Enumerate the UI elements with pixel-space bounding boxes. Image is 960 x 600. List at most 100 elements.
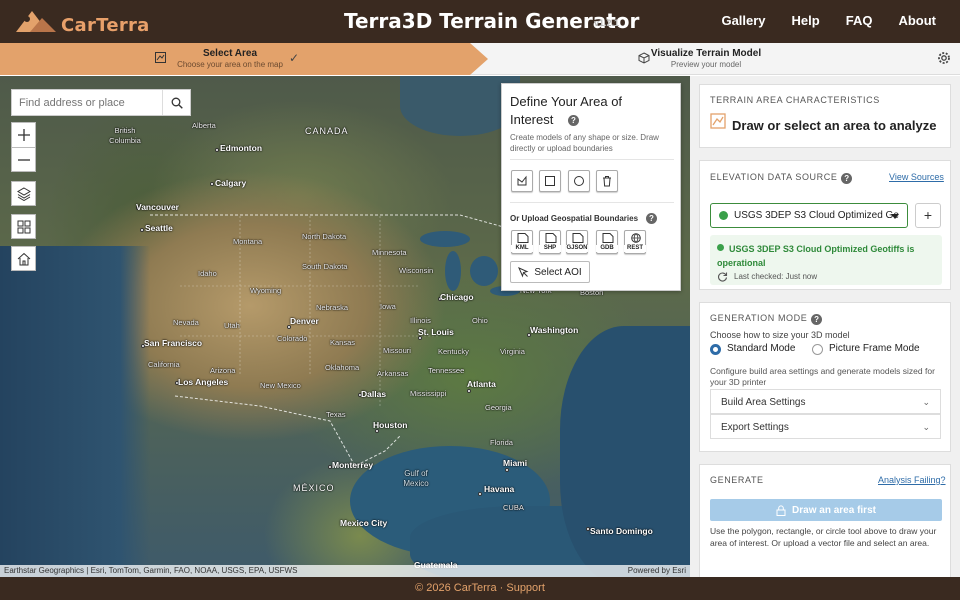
cursor-select-icon (518, 266, 529, 277)
footer-text[interactable]: © 2026 CarTerra · Support (415, 582, 545, 594)
map-label: Mexico City (340, 518, 388, 528)
upload-kml-button[interactable]: KML (511, 230, 533, 254)
build-area-label: Build Area Settings (721, 397, 806, 408)
refresh-icon[interactable] (717, 271, 728, 282)
last-checked: Last checked: Just now (734, 272, 818, 281)
standard-mode-radio[interactable] (710, 344, 721, 355)
top-nav: Gallery Help FAQ About (695, 13, 936, 28)
nav-gallery[interactable]: Gallery (721, 13, 765, 28)
build-area-settings-accordion[interactable]: Build Area Settings ⌄ (710, 389, 941, 414)
map-label: Nevada (173, 318, 199, 327)
logo[interactable]: CarTerra (14, 6, 149, 38)
map-label: Iowa (380, 302, 396, 311)
standard-mode-label[interactable]: Standard Mode (727, 343, 795, 354)
divider (510, 202, 674, 203)
status-message: USGS 3DEP S3 Cloud Optimized Geotiffs is… (717, 244, 915, 268)
map-label: Utah (224, 321, 240, 330)
step2-title[interactable]: Visualize Terrain Model (650, 48, 762, 59)
map-label: Atlanta (467, 379, 496, 389)
add-source-button[interactable]: + (915, 203, 941, 228)
step-select-area[interactable]: Select Area Choose your area on the map … (0, 43, 470, 75)
search-input[interactable] (12, 90, 162, 115)
map-label: New Mexico (260, 381, 301, 390)
cube-icon (638, 52, 650, 67)
settings-gear-icon[interactable] (937, 51, 951, 68)
map-label: South Dakota (302, 262, 348, 271)
map-label: Monterrey (332, 460, 374, 470)
circle-tool-button[interactable] (568, 170, 590, 192)
search-button[interactable] (162, 90, 190, 115)
plus-icon (17, 129, 30, 141)
map-label: Seattle (145, 223, 173, 233)
file-icon (602, 233, 614, 243)
powered-by-esri[interactable]: Powered by Esri (628, 566, 686, 575)
view-sources-link[interactable]: View Sources (889, 172, 944, 182)
picture-frame-mode-radio[interactable] (812, 344, 823, 355)
map-label: Los Angeles (178, 377, 229, 387)
file-type-label: REST (624, 245, 646, 252)
step-arrow (470, 43, 488, 75)
map-label: Gulf of Mexico (396, 469, 436, 489)
rectangle-tool-button[interactable] (539, 170, 561, 192)
map-label: Montana (233, 237, 263, 246)
map-label: Denver (290, 316, 319, 326)
top-bar: CarTerra Terra3D Terrain Generator v1.2.… (0, 0, 960, 43)
basemap-gallery-button[interactable] (11, 214, 36, 239)
upload-geojson-button[interactable]: GJSON (566, 230, 588, 254)
map-label: Missouri (383, 346, 411, 355)
help-icon[interactable]: ? (568, 115, 579, 126)
help-icon[interactable]: ? (841, 173, 853, 184)
map-label: Arizona (210, 366, 236, 375)
nav-help[interactable]: Help (792, 13, 820, 28)
map-label: Oklahoma (325, 363, 360, 372)
picture-frame-mode-label[interactable]: Picture Frame Mode (829, 343, 920, 354)
export-settings-accordion[interactable]: Export Settings ⌄ (710, 414, 941, 439)
upload-shp-button[interactable]: SHP (539, 230, 561, 254)
zoom-out-button[interactable] (11, 147, 36, 172)
source-status-text: USGS 3DEP S3 Cloud Optimized Geotiffs is… (717, 242, 937, 270)
search-icon (171, 97, 183, 109)
map-label: Idaho (198, 269, 217, 278)
check-icon: ✓ (289, 51, 300, 65)
select-aoi-button[interactable]: Select AOI (510, 261, 590, 283)
card-heading: GENERATE (710, 475, 764, 485)
map-label: Nebraska (316, 303, 349, 312)
file-icon (572, 233, 584, 243)
map-label: Georgia (485, 403, 512, 412)
elevation-source-select[interactable]: USGS 3DEP S3 Cloud Optimized Ge (710, 203, 908, 228)
basemap-layers-button[interactable] (11, 181, 36, 206)
map-label: Wisconsin (399, 266, 434, 275)
elevation-source-card: ELEVATION DATA SOURCE? View Sources USGS… (699, 160, 951, 290)
generate-button[interactable]: Draw an area first (710, 499, 942, 521)
chevron-down-icon: ⌄ (922, 397, 930, 407)
polygon-tool-button[interactable] (511, 170, 533, 192)
map-label: Arkansas (377, 369, 409, 378)
upload-gdb-button[interactable]: GDB (596, 230, 618, 254)
zoom-in-button[interactable] (11, 122, 36, 147)
generate-card: GENERATE Analysis Failing? Draw an area … (699, 464, 951, 577)
nav-about[interactable]: About (898, 13, 936, 28)
file-type-label: KML (511, 245, 533, 252)
aoi-panel: Define Your Area of Interest ? Create mo… (501, 83, 681, 291)
map-label: California (148, 360, 180, 369)
file-type-label: GJSON (566, 245, 588, 252)
upload-rest-button[interactable]: REST (624, 230, 646, 254)
app-version: v1.2.1 (594, 18, 620, 28)
layers-icon (16, 186, 31, 201)
globe-icon (631, 233, 641, 243)
map-label: Houston (373, 420, 408, 430)
help-icon[interactable]: ? (811, 314, 823, 325)
home-button[interactable] (11, 246, 36, 271)
logo-text: CarTerra (61, 15, 150, 36)
analysis-failing-link[interactable]: Analysis Failing? (878, 475, 946, 485)
map-label: Texas (326, 410, 346, 419)
map-label: Washington (530, 325, 579, 335)
help-icon[interactable]: ? (646, 213, 657, 224)
aoi-description: Create models of any shape or size. Draw… (510, 133, 659, 153)
generation-subtitle: Choose how to size your 3D model (710, 330, 850, 340)
select-aoi-label: Select AOI (534, 266, 582, 278)
terrain-prompt: Draw or select an area to analyze (732, 118, 937, 133)
nav-faq[interactable]: FAQ (846, 13, 873, 28)
file-icon (517, 233, 529, 243)
delete-tool-button[interactable] (596, 170, 618, 192)
